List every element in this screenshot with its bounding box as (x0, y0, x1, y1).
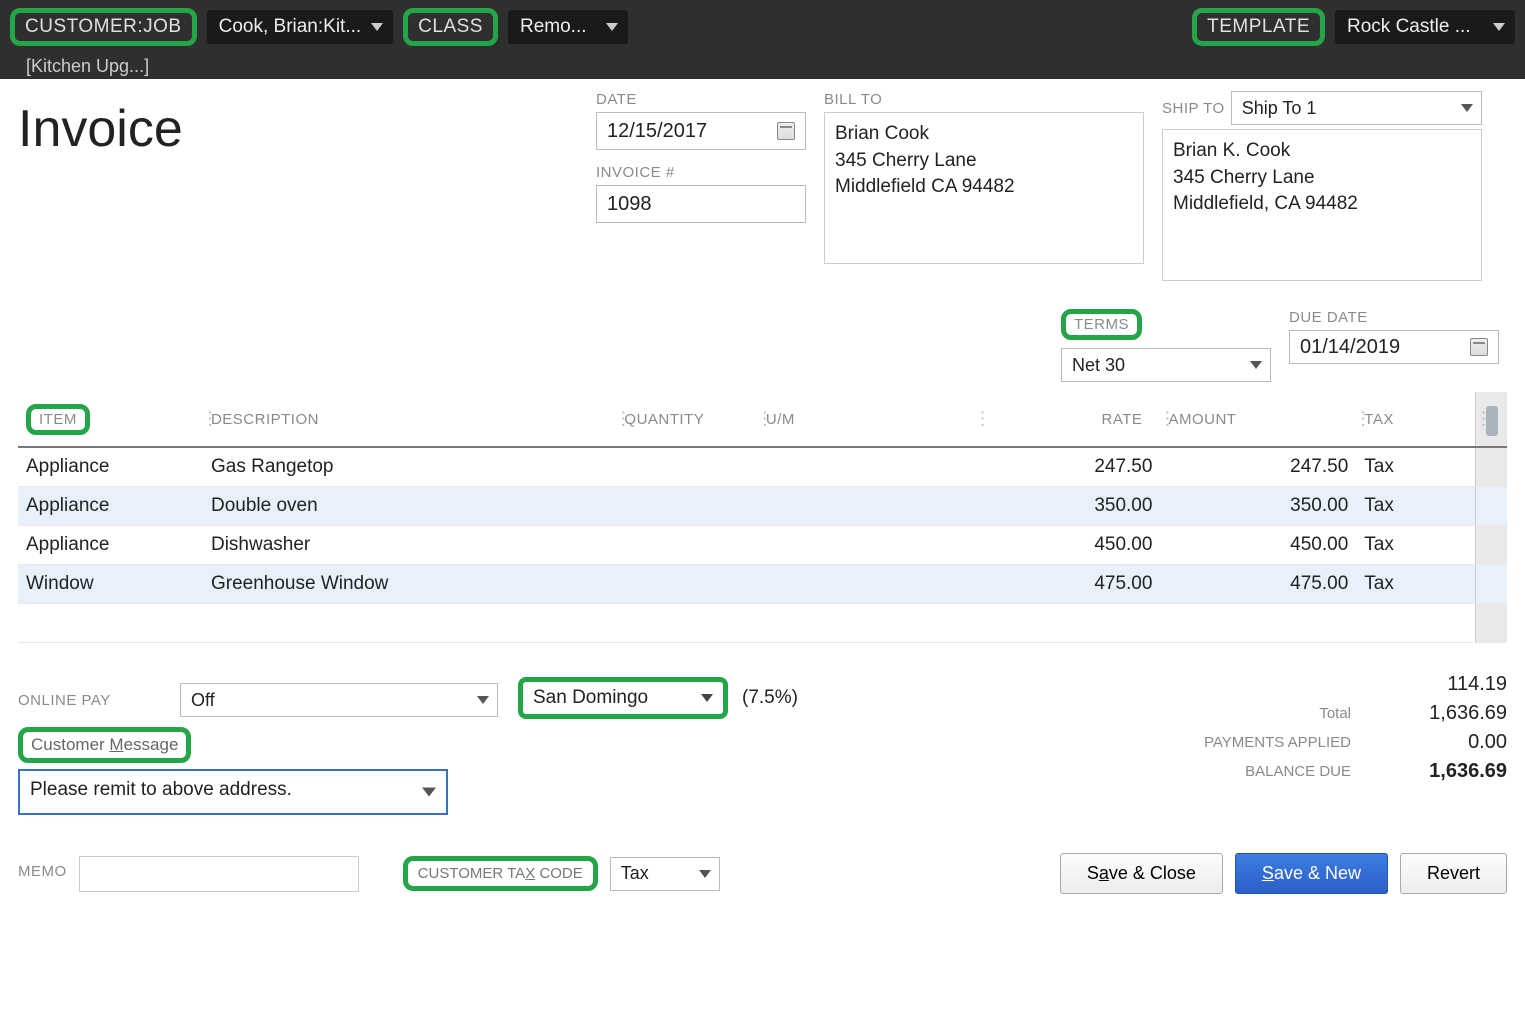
bill-to-label: BILL TO (824, 91, 1144, 108)
col-item: ITEM (26, 404, 90, 435)
calendar-icon[interactable] (1470, 338, 1488, 356)
col-description: DESCRIPTION (203, 392, 616, 447)
scrollbar-thumb[interactable] (1486, 406, 1498, 436)
col-rate: RATE (975, 392, 1160, 447)
date-label: DATE (596, 91, 806, 108)
total-value: 1,636.69 (1367, 702, 1507, 725)
col-um: U/M (758, 392, 976, 447)
customer-job-dropdown[interactable]: Cook, Brian:Kit... (207, 10, 394, 44)
invoice-num-input[interactable]: 1098 (596, 185, 806, 223)
customer-message-dropdown[interactable]: Please remit to above address. (18, 769, 448, 815)
template-dropdown[interactable]: Rock Castle ... (1335, 10, 1515, 44)
customer-message-label: Customer Message (18, 727, 191, 763)
due-date-input[interactable]: 01/14/2019 (1289, 330, 1499, 364)
balance-value: 1,636.69 (1367, 760, 1507, 783)
date-input[interactable]: 12/15/2017 (596, 112, 806, 150)
ship-to-label: SHIP TO (1162, 100, 1225, 117)
save-new-button[interactable]: Save & New (1235, 853, 1388, 894)
bill-to-textarea[interactable]: Brian Cook 345 Cherry Lane Middlefield C… (824, 112, 1144, 264)
class-label: CLASS (403, 8, 498, 46)
col-tax: TAX (1356, 392, 1476, 447)
table-row-blank[interactable] (18, 604, 1507, 643)
line-items-table: ITEM DESCRIPTION QUANTITY U/M RATE AMOUN… (18, 392, 1507, 643)
top-toolbar: CUSTOMER:JOB Cook, Brian:Kit... CLASS Re… (0, 0, 1525, 79)
payments-value: 0.00 (1367, 731, 1507, 754)
balance-label: BALANCE DUE (1151, 763, 1351, 780)
invoice-num-label: INVOICE # (596, 164, 806, 181)
customer-tax-code-dropdown[interactable]: Tax (610, 857, 720, 891)
memo-input[interactable] (79, 856, 359, 892)
tax-rate-display: (7.5%) (742, 687, 798, 709)
col-quantity: QUANTITY (616, 392, 757, 447)
payments-label: PAYMENTS APPLIED (1151, 734, 1351, 751)
table-row[interactable]: ApplianceDishwasher450.00450.00Tax (18, 526, 1507, 565)
ship-to-dropdown[interactable]: Ship To 1 (1231, 91, 1482, 125)
online-pay-dropdown[interactable]: Off (180, 683, 498, 717)
tax-item-dropdown[interactable]: San Domingo (518, 677, 728, 719)
table-row[interactable]: ApplianceDouble oven350.00350.00Tax (18, 487, 1507, 526)
col-amount: AMOUNT (1160, 392, 1356, 447)
memo-label: MEMO (18, 863, 67, 880)
revert-button[interactable]: Revert (1400, 853, 1507, 894)
customer-job-label: CUSTOMER:JOB (10, 8, 197, 46)
template-label: TEMPLATE (1192, 8, 1325, 46)
save-close-button[interactable]: Save & Close (1060, 853, 1223, 894)
customer-tax-code-label: CUSTOMER TAX CODE (403, 856, 598, 891)
page-title: Invoice (18, 91, 578, 167)
table-row[interactable]: WindowGreenhouse Window475.00475.00Tax (18, 565, 1507, 604)
customer-job-subtitle: [Kitchen Upg...] (10, 56, 1515, 77)
online-pay-label: ONLINE PAY (18, 692, 168, 709)
terms-label: TERMS (1061, 309, 1142, 340)
terms-dropdown[interactable]: Net 30 (1061, 348, 1271, 382)
ship-to-textarea[interactable]: Brian K. Cook 345 Cherry Lane Middlefiel… (1162, 129, 1482, 281)
class-dropdown[interactable]: Remo... (508, 10, 628, 44)
calendar-icon[interactable] (777, 122, 795, 140)
total-label: Total (1151, 705, 1351, 722)
table-row[interactable]: ApplianceGas Rangetop247.50247.50Tax (18, 447, 1507, 487)
due-date-label: DUE DATE (1289, 309, 1499, 326)
tax-amount: 114.19 (1367, 673, 1507, 696)
